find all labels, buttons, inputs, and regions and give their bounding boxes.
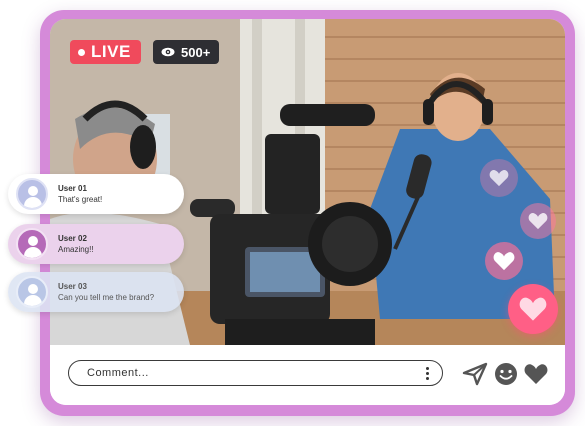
reaction-heart-icon — [485, 242, 523, 280]
comment-message: Amazing!! — [58, 244, 94, 254]
comment-message: Can you tell me the brand? — [58, 292, 155, 302]
comment-username: User 03 — [58, 282, 87, 292]
comment-composer-bar — [50, 345, 565, 405]
live-dot-icon — [78, 48, 85, 56]
viewer-count: 500+ — [181, 44, 211, 60]
user-avatar-icon — [16, 228, 48, 260]
comment-item: User 01 That's great! — [8, 174, 184, 214]
comment-item: User 02 Amazing!! — [8, 224, 184, 264]
live-label: LIVE — [91, 42, 131, 61]
kebab-menu-icon[interactable] — [426, 367, 430, 381]
comment-username: User 01 — [58, 184, 87, 194]
reaction-heart-icon — [520, 203, 556, 239]
comment-input[interactable] — [85, 366, 409, 380]
comment-field[interactable] — [68, 360, 443, 386]
comment-username: User 02 — [58, 234, 87, 244]
heart-icon[interactable] — [523, 362, 549, 386]
comment-item: User 03 Can you tell me the brand? — [8, 272, 184, 312]
smiley-icon[interactable] — [493, 362, 519, 386]
send-icon[interactable] — [462, 362, 488, 386]
user-avatar-icon — [16, 178, 48, 210]
reaction-heart-icon — [480, 159, 518, 197]
live-badge: LIVE — [70, 40, 141, 64]
reaction-heart-icon — [508, 284, 558, 334]
eye-icon — [161, 47, 175, 57]
viewer-count-badge: 500+ — [153, 40, 220, 64]
user-avatar-icon — [16, 276, 48, 308]
comment-message: That's great! — [58, 194, 103, 204]
